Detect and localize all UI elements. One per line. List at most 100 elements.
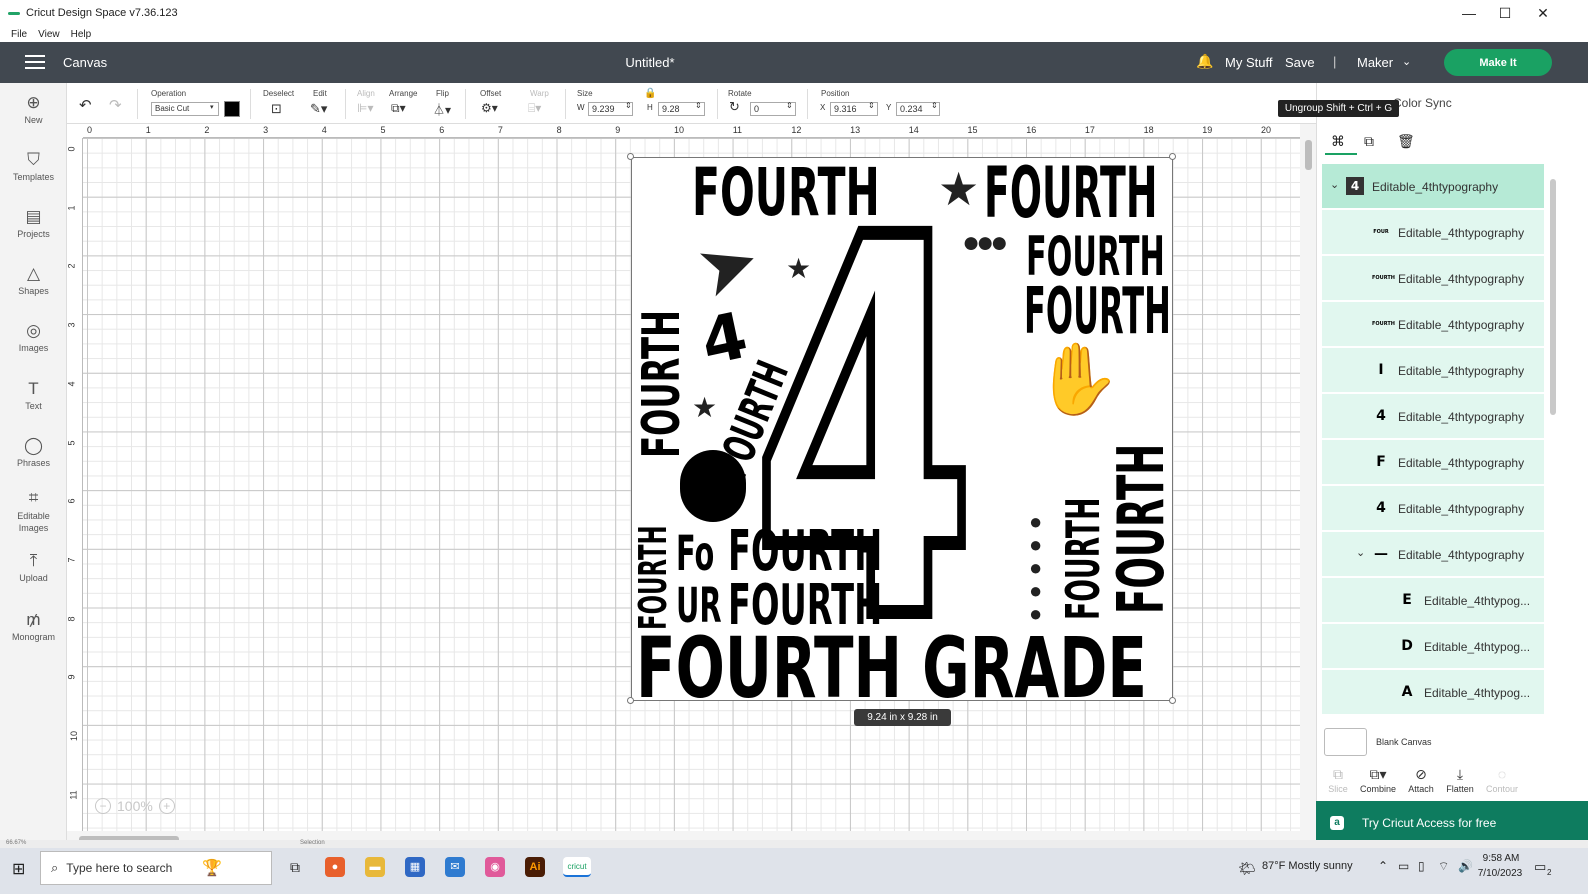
lock-icon[interactable]: 🔒 (644, 88, 656, 102)
layer-row[interactable]: ⌄ — Editable_4thtypography (1322, 532, 1544, 576)
layer-row[interactable]: 4 Editable_4thtypography (1322, 486, 1544, 530)
notification-icon[interactable]: ▭ (1534, 859, 1546, 875)
design-canvas[interactable]: 0 1 2 3 4 5 6 7 8 9 10 11 12 13 14 15 16 17 18 19 20 0123456… (67, 124, 1316, 847)
sidebar-editable-images[interactable]: ⌗ Editable Images (0, 488, 67, 534)
chevron-down-icon[interactable]: ⌄ (1402, 55, 1411, 68)
tray-device-icon[interactable]: ▭ (1398, 859, 1409, 873)
operation-select[interactable]: Basic Cut (151, 102, 219, 116)
firefox-icon[interactable]: ● (325, 857, 345, 877)
selection-handle[interactable] (1169, 153, 1176, 160)
layer-row[interactable]: D Editable_4thtypog... (1322, 624, 1544, 668)
selection-handle[interactable] (1169, 697, 1176, 704)
trash-icon[interactable]: 🗑 (1397, 133, 1415, 150)
scrollbar-thumb[interactable] (1550, 179, 1556, 415)
tray-storage-icon[interactable]: ▯ (1418, 859, 1425, 873)
illustrator-icon[interactable]: Ai (525, 857, 545, 877)
layers-scrollbar[interactable] (1547, 163, 1559, 719)
file-explorer-icon[interactable]: ▬ (365, 857, 385, 877)
color-swatch[interactable] (224, 101, 240, 117)
layer-row[interactable]: A Editable_4thtypog... (1322, 670, 1544, 714)
chevron-down-icon[interactable]: ⌄ (1356, 546, 1365, 559)
sidebar-phrases[interactable]: ◯ Phrases (0, 436, 67, 468)
wifi-icon[interactable]: ⌔ (1438, 859, 1449, 874)
flatten-button[interactable]: ⤓ Flatten (1439, 766, 1481, 794)
clock-date[interactable]: 7/10/2023 (1476, 868, 1524, 879)
flip-icon[interactable]: ⏃▾ (433, 101, 451, 117)
sidebar-monogram[interactable]: ₥ Monogram (0, 610, 67, 642)
vertical-scrollbar[interactable] (1300, 124, 1316, 832)
deselect-icon[interactable]: ⊡ (271, 101, 282, 116)
store-icon[interactable]: ▦ (405, 857, 425, 877)
layer-row[interactable]: 4 Editable_4thtypography (1322, 394, 1544, 438)
cricut-taskbar-icon[interactable]: cricut (563, 857, 591, 877)
zoom-out-icon[interactable]: − (95, 798, 111, 814)
menu-view[interactable]: View (38, 29, 60, 40)
ungroup-icon[interactable]: ⌘ (1331, 133, 1345, 150)
sidebar-label: Templates (12, 172, 55, 182)
clock-time[interactable]: 9:58 AM (1480, 853, 1522, 864)
save-button[interactable]: Save (1285, 55, 1315, 70)
selected-design[interactable]: FOURTH ★ FOURTH FOURTH FOURTH ➤ ★ 4 FOUR… (631, 157, 1173, 701)
minimize-button[interactable]: — (1450, 0, 1488, 26)
sidebar-shapes[interactable]: △ Shapes (0, 264, 67, 296)
make-it-button[interactable]: Make It (1444, 49, 1552, 76)
ruler-tick-label: 4 (67, 381, 77, 387)
ruler-tick-label: 2 (204, 125, 210, 135)
stepper-icon[interactable]: ⇕ (931, 101, 938, 115)
sidebar-text[interactable]: T Text (0, 379, 67, 411)
sidebar-new[interactable]: ⊕ New (0, 93, 67, 125)
maximize-button[interactable]: ☐ (1486, 0, 1524, 26)
bell-icon[interactable]: 🔔 (1196, 53, 1213, 70)
layer-row[interactable]: ⌄ 4 Editable_4thtypography (1322, 164, 1544, 208)
hamburger-menu-icon[interactable] (25, 55, 45, 69)
tool-label: Contour (1485, 784, 1519, 794)
color-sync-tab[interactable]: Color Sync (1393, 96, 1452, 110)
combine-button[interactable]: ⧉▾ Combine (1357, 766, 1399, 794)
stepper-icon[interactable]: ⇕ (695, 101, 702, 115)
layer-row[interactable]: I Editable_4thtypography (1322, 348, 1544, 392)
layer-row[interactable]: E Editable_4thtypog... (1322, 578, 1544, 622)
ruler-tick-label: 2 (67, 263, 77, 269)
scrollbar-thumb[interactable] (1305, 140, 1312, 170)
undo-icon[interactable]: ↶ (79, 96, 92, 114)
menu-file[interactable]: File (11, 29, 27, 40)
windows-start-icon[interactable]: ⊞ (12, 859, 25, 879)
layer-row[interactable]: FOUR Editable_4thtypography (1322, 210, 1544, 254)
volume-icon[interactable]: 🔊 (1458, 859, 1473, 873)
tool-label: Attach (1408, 784, 1434, 794)
close-button[interactable]: ✕ (1524, 0, 1562, 26)
mail-icon[interactable]: ✉ (445, 857, 465, 877)
stepper-icon[interactable]: ⇕ (868, 101, 875, 115)
ruler-tick-label: 5 (380, 125, 386, 135)
edit-toolbar: ↶ ↷ Operation Basic Cut ▾ Deselect ⊡ Edi… (67, 83, 1316, 124)
weather-text[interactable]: 87°F Mostly sunny (1262, 860, 1353, 872)
zoom-in-icon[interactable]: + (158, 798, 175, 814)
sidebar-projects[interactable]: ▤ Projects (0, 207, 67, 239)
offset-icon[interactable]: ⚙▾ (481, 101, 498, 115)
duplicate-icon[interactable]: ⧉ (1364, 133, 1374, 150)
machine-select[interactable]: Maker (1357, 55, 1393, 70)
selection-handle[interactable] (627, 153, 634, 160)
attach-button[interactable]: ⊘ Attach (1400, 766, 1442, 794)
stepper-icon[interactable]: ⇕ (625, 101, 632, 115)
sidebar-images[interactable]: ◎ Images (0, 321, 67, 353)
layer-thumbnail: — (1374, 546, 1388, 562)
selection-handle[interactable] (627, 697, 634, 704)
taskbar-search[interactable]: ⌕ Type here to search 🏆 (40, 851, 272, 885)
arrange-icon[interactable]: ⧉▾ (391, 101, 406, 115)
my-stuff-link[interactable]: My Stuff (1225, 55, 1272, 70)
layer-row[interactable]: FOURTH Editable_4thtypography (1322, 302, 1544, 346)
photos-icon[interactable]: ◉ (485, 857, 505, 877)
menu-help[interactable]: Help (71, 29, 92, 40)
sidebar-upload[interactable]: ⤒ Upload (0, 551, 67, 583)
blank-canvas-swatch[interactable] (1324, 728, 1367, 756)
tray-chevron-icon[interactable]: ⌃ (1378, 859, 1388, 873)
sidebar-templates[interactable]: ⛉ Templates (0, 150, 67, 182)
layer-row[interactable]: F Editable_4thtypography (1322, 440, 1544, 484)
task-view-icon[interactable]: ⧉ (285, 857, 305, 877)
layer-row[interactable]: FOURTH Editable_4thtypography (1322, 256, 1544, 300)
cricut-access-banner[interactable]: a Try Cricut Access for free (1316, 801, 1588, 845)
chevron-down-icon[interactable]: ⌄ (1330, 178, 1339, 191)
stepper-icon[interactable]: ⇕ (786, 101, 793, 115)
edit-pen-icon[interactable]: ✎▾ (310, 101, 327, 116)
